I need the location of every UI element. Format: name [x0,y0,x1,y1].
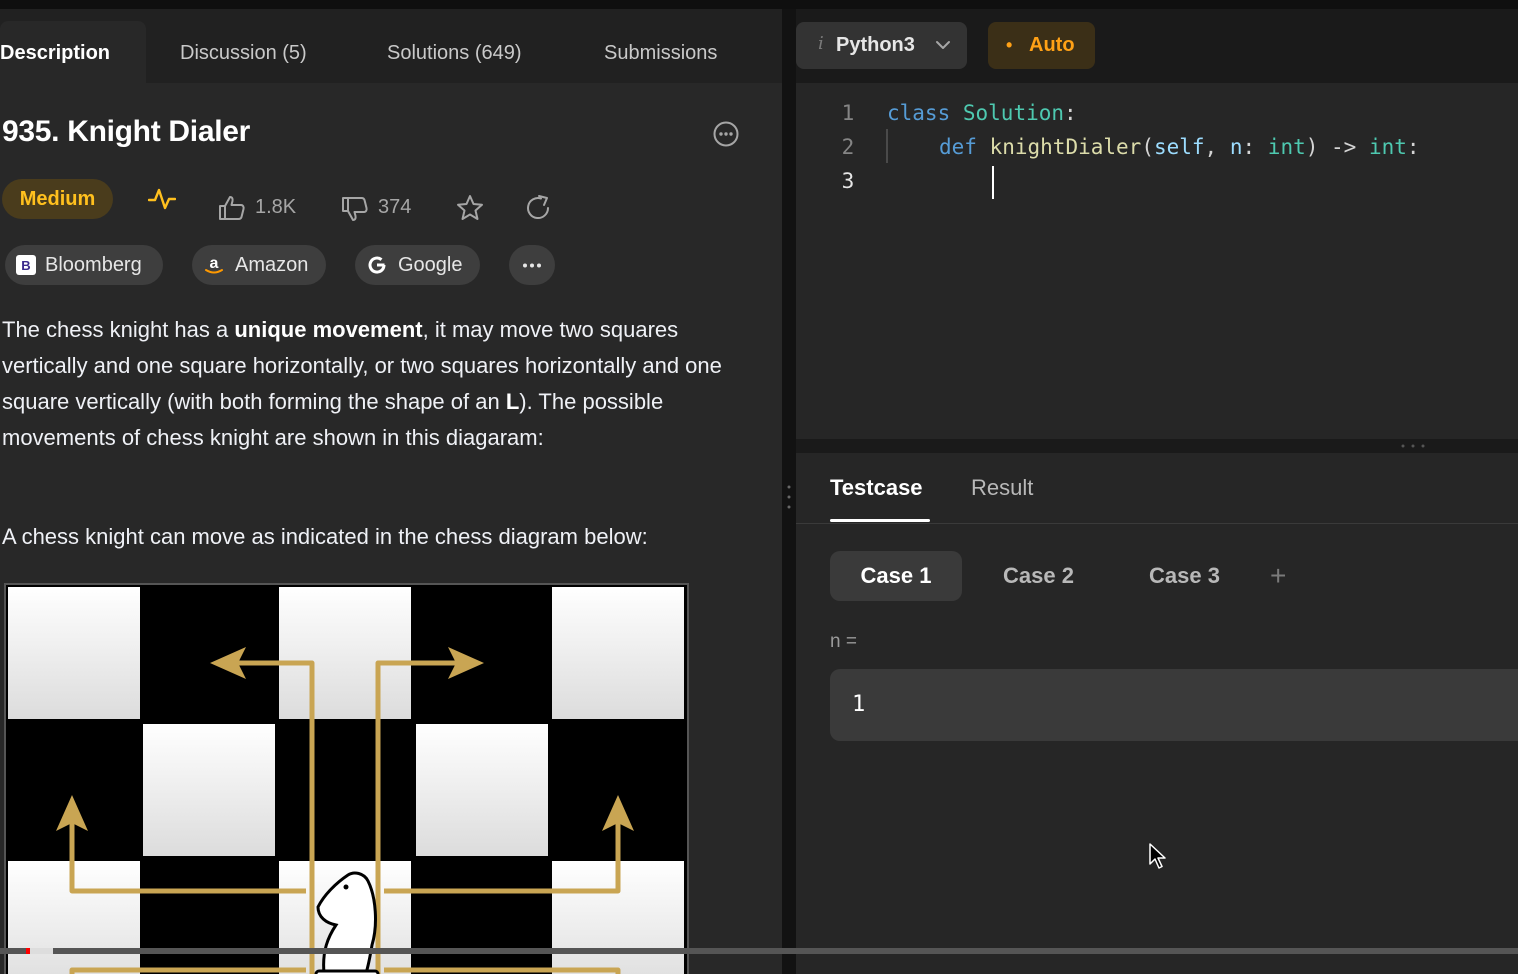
tab-solutions[interactable]: Solutions (649) [387,21,522,83]
share-icon[interactable] [524,194,552,222]
company-tag-bloomberg[interactable]: B Bloomberg [5,245,163,285]
company-label: Google [398,254,463,276]
code-editor[interactable]: 1 2 3 class Solution: def knightDialer(s… [796,83,1518,439]
editor-toolbar: i Python3 • Auto [796,9,1518,83]
ellipsis-icon [523,263,541,268]
indent-guide [886,129,888,163]
line-number: 2 [841,135,855,159]
case-1-button[interactable]: Case 1 [830,551,962,601]
activity-icon[interactable] [148,187,176,211]
text-cursor [992,166,994,199]
company-tag-amazon[interactable]: a Amazon [192,245,326,285]
star-icon[interactable] [456,194,484,222]
language-select[interactable]: i Python3 [796,22,967,69]
code-line-1: class Solution: [887,101,1077,125]
info-icon: i [818,33,824,54]
status-dot-icon: • [1006,35,1013,55]
chess-diagram [4,583,689,974]
drag-handle-icon [787,485,791,509]
tab-testcase[interactable]: Testcase [830,475,923,501]
svg-text:B: B [21,258,30,273]
tab-description[interactable]: Description [0,21,146,83]
tab-submissions[interactable]: Submissions [604,21,717,83]
likes-count: 1.8K [255,196,297,218]
console-tabs: Testcase Result [796,453,1518,524]
description-panel: Description Discussion (5) Solutions (64… [0,9,782,974]
mouse-cursor-icon [1149,843,1166,869]
problem-title: 935. Knight Dialer [2,115,251,148]
amazon-logo-icon: a [205,255,223,274]
param-label: n = [830,631,857,652]
top-bar [0,0,1518,9]
company-label: Amazon [235,254,309,276]
description-paragraph-2: A chess knight can move as indicated in … [2,524,648,549]
company-label: Bloomberg [45,254,142,276]
more-options-icon[interactable] [713,121,739,147]
more-companies-button[interactable] [509,245,555,285]
dislikes-count: 374 [378,196,412,218]
code-line-2: def knightDialer(self, n: int) -> int: [939,135,1420,159]
param-input[interactable]: 1 [830,669,1518,741]
bloomberg-logo-icon: B [16,255,36,275]
thumbs-down-icon[interactable] [341,196,369,222]
thumbs-up-icon[interactable] [218,195,246,221]
google-logo-icon [368,256,386,274]
case-3-button[interactable]: Case 3 [1149,551,1220,601]
active-tab-underline [830,519,930,522]
case-2-button[interactable]: Case 2 [1003,551,1074,601]
tab-discussion[interactable]: Discussion (5) [180,21,307,83]
progress-buffer [30,948,53,954]
panel-resize-handle[interactable] [782,9,796,974]
auto-mode-label: Auto [1029,34,1075,56]
knight-piece-icon [314,871,380,974]
testcase-panel: Testcase Result Case 1 Case 2 Case 3 + n… [796,453,1518,974]
description-tabs: Description Discussion (5) Solutions (64… [0,9,782,83]
auto-mode-button[interactable]: • Auto [988,22,1095,69]
chevron-down-icon [936,41,950,49]
add-case-button[interactable]: + [1270,551,1286,601]
line-number: 3 [841,169,855,193]
description-paragraph: The chess knight has a unique movement, … [2,317,722,450]
line-number: 1 [841,101,855,125]
video-progress-bar[interactable] [0,948,1518,954]
knight-move-arrows [56,647,634,974]
company-tag-google[interactable]: Google [355,245,480,285]
editor-resize-handle[interactable] [796,439,1518,453]
difficulty-badge: Medium [2,179,113,219]
drag-handle-icon [1401,444,1425,448]
language-label: Python3 [836,34,915,56]
tab-result[interactable]: Result [971,475,1033,501]
svg-text:a: a [210,255,219,272]
